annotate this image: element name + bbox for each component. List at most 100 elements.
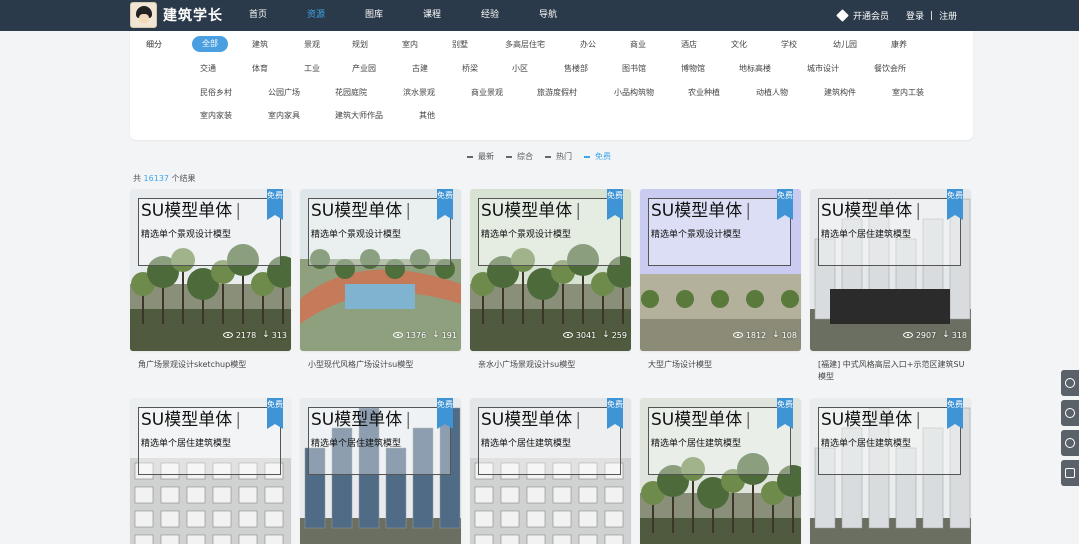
side-tool-button[interactable] bbox=[1061, 460, 1079, 486]
filter-tag[interactable]: 小品构筑物 bbox=[614, 87, 654, 99]
filter-tag[interactable]: 室内 bbox=[402, 39, 418, 51]
result-prefix: 共 bbox=[133, 174, 141, 183]
free-badge: 免费 bbox=[437, 398, 453, 429]
model-card[interactable]: SU模型单体精选单个居住建筑模型免费 bbox=[470, 398, 631, 544]
card-caption[interactable]: 小型现代风格广场设计su模型 bbox=[308, 359, 458, 371]
card-banner: SU模型单体精选单个居住建筑模型 bbox=[818, 407, 961, 475]
result-suffix: 个结果 bbox=[171, 174, 196, 183]
side-tool-button[interactable] bbox=[1061, 370, 1079, 396]
filter-tag[interactable]: 城市设计 bbox=[807, 63, 839, 75]
sort-option[interactable]: 热门 bbox=[545, 151, 572, 162]
filter-tag[interactable]: 体育 bbox=[252, 63, 268, 75]
filter-tag[interactable]: 景观 bbox=[304, 39, 320, 51]
model-card[interactable]: SU模型单体精选单个景观设计模型免费1812↓108 bbox=[640, 189, 801, 351]
sort-option[interactable]: 免费 bbox=[584, 151, 611, 162]
filter-tag[interactable]: 售楼部 bbox=[564, 63, 588, 75]
filter-tag[interactable]: 图书馆 bbox=[622, 63, 646, 75]
side-tool-button[interactable] bbox=[1061, 400, 1079, 426]
free-badge: 免费 bbox=[947, 189, 963, 220]
filter-tag[interactable]: 办公 bbox=[580, 39, 596, 51]
filter-tag[interactable]: 学校 bbox=[781, 39, 797, 51]
filter-tag[interactable]: 全部 bbox=[192, 36, 228, 52]
filter-tag[interactable]: 建筑 bbox=[252, 39, 268, 51]
filter-tag[interactable]: 花园庭院 bbox=[335, 87, 367, 99]
card-banner: SU模型单体精选单个居住建筑模型 bbox=[648, 407, 791, 475]
card-caption[interactable]: [福建] 中式风格高层入口+示范区建筑SU模型 bbox=[818, 359, 968, 383]
register-link[interactable]: 注册 bbox=[939, 9, 957, 22]
filter-tag[interactable]: 博物馆 bbox=[681, 63, 705, 75]
nav-item[interactable]: 图库 bbox=[348, 0, 400, 31]
category-filter-panel: 细分 全部 建筑 景观 规划 室内 别墅 多高层住宅 办公 商业 酒店 文化 学校 幼儿园 康养 交通 体育 工… bbox=[130, 31, 973, 140]
model-card[interactable]: SU模型单体精选单个居住建筑模型免费2907↓318 bbox=[810, 189, 971, 351]
filter-tag[interactable]: 旅游度假村 bbox=[537, 87, 577, 99]
filter-tag[interactable]: 室内家装 bbox=[200, 110, 232, 122]
filter-tag[interactable]: 规划 bbox=[352, 39, 368, 51]
filter-tag[interactable]: 文化 bbox=[731, 39, 747, 51]
filter-tag[interactable]: 建筑大师作品 bbox=[335, 110, 383, 122]
card-caption[interactable]: 大型广场设计模型 bbox=[648, 359, 798, 371]
filter-tag[interactable]: 多高层住宅 bbox=[505, 39, 545, 51]
sort-option[interactable]: 最新 bbox=[467, 151, 494, 162]
download-icon: ↓ bbox=[262, 330, 270, 340]
filter-tag[interactable]: 商业景观 bbox=[471, 87, 503, 99]
sort-option[interactable]: 综合 bbox=[506, 151, 533, 162]
vip-button[interactable]: 开通会员 bbox=[836, 9, 889, 22]
card-caption[interactable]: 角广场景观设计sketchup模型 bbox=[138, 359, 288, 371]
card-subtitle: 精选单个景观设计模型 bbox=[651, 230, 742, 240]
side-tool-button[interactable] bbox=[1061, 430, 1079, 456]
chat-icon bbox=[1065, 408, 1075, 418]
card-stats: 1812 ↓ 108 bbox=[732, 330, 797, 340]
filter-tag[interactable]: 地标高楼 bbox=[739, 63, 771, 75]
model-card[interactable]: SU模型单体精选单个居住建筑模型免费 bbox=[640, 398, 801, 544]
nav-item[interactable]: 资源 bbox=[290, 0, 342, 31]
diamond-icon bbox=[836, 9, 849, 22]
filter-tag[interactable]: 酒店 bbox=[681, 39, 697, 51]
model-card[interactable]: SU模型单体精选单个景观设计模型免费1376↓191 bbox=[300, 189, 461, 351]
auth-links: 登录 | 注册 bbox=[906, 9, 957, 23]
nav-item[interactable]: 经验 bbox=[464, 0, 516, 31]
filter-tag[interactable]: 其他 bbox=[419, 110, 435, 122]
model-card[interactable]: SU模型单体精选单个景观设计模型免费2178↓313 bbox=[130, 189, 291, 351]
card-title: SU模型单体 bbox=[651, 410, 751, 430]
login-link[interactable]: 登录 bbox=[906, 9, 924, 22]
filter-tag[interactable]: 工业 bbox=[304, 63, 320, 75]
filter-tag[interactable]: 动植人物 bbox=[756, 87, 788, 99]
free-badge: 免费 bbox=[437, 189, 453, 220]
filter-tag[interactable]: 建筑构件 bbox=[824, 87, 856, 99]
filter-tag[interactable]: 餐饮会所 bbox=[874, 63, 906, 75]
card-title: SU模型单体 bbox=[311, 201, 411, 221]
filter-tag[interactable]: 滨水景观 bbox=[403, 87, 435, 99]
filter-tag[interactable]: 公园广场 bbox=[268, 87, 300, 99]
filter-tag[interactable]: 民俗乡村 bbox=[200, 87, 232, 99]
filter-tag[interactable]: 交通 bbox=[200, 63, 216, 75]
filter-tag[interactable]: 古建 bbox=[412, 63, 428, 75]
model-card[interactable]: SU模型单体精选单个景观设计模型免费3041↓259 bbox=[470, 189, 631, 351]
filter-tag[interactable]: 农业种植 bbox=[688, 87, 720, 99]
nav-item[interactable]: 课程 bbox=[406, 0, 458, 31]
filter-tag[interactable]: 小区 bbox=[512, 63, 528, 75]
filter-tag[interactable]: 产业园 bbox=[352, 63, 376, 75]
model-card[interactable]: SU模型单体精选单个居住建筑模型免费 bbox=[300, 398, 461, 544]
nav-item[interactable]: 首页 bbox=[232, 0, 284, 31]
card-subtitle: 精选单个居住建筑模型 bbox=[481, 439, 572, 449]
logo-text: 建筑学长 bbox=[163, 8, 223, 24]
card-title: SU模型单体 bbox=[481, 201, 581, 221]
nav-item[interactable]: 导航 bbox=[522, 0, 574, 31]
model-card[interactable]: SU模型单体精选单个居住建筑模型免费 bbox=[130, 398, 291, 544]
filter-tag[interactable]: 桥梁 bbox=[462, 63, 478, 75]
card-title: SU模型单体 bbox=[651, 201, 751, 221]
coin-icon bbox=[1065, 378, 1075, 388]
filter-tag[interactable]: 幼儿园 bbox=[833, 39, 857, 51]
result-count: 共 16137 个结果 bbox=[133, 173, 196, 184]
card-caption[interactable]: 亲水小广场景观设计su模型 bbox=[478, 359, 628, 371]
filter-tag[interactable]: 室内家具 bbox=[268, 110, 300, 122]
site-logo[interactable]: 建筑学长 bbox=[130, 2, 223, 28]
model-card[interactable]: SU模型单体精选单个居住建筑模型免费 bbox=[810, 398, 971, 544]
filter-tag[interactable]: 别墅 bbox=[452, 39, 468, 51]
view-count: 1812 bbox=[745, 330, 767, 340]
download-count: 259 bbox=[611, 330, 627, 340]
card-stats: 2907 ↓ 318 bbox=[902, 330, 967, 340]
filter-tag[interactable]: 室内工装 bbox=[892, 87, 924, 99]
filter-tag[interactable]: 商业 bbox=[630, 39, 646, 51]
filter-tag[interactable]: 康养 bbox=[891, 39, 907, 51]
